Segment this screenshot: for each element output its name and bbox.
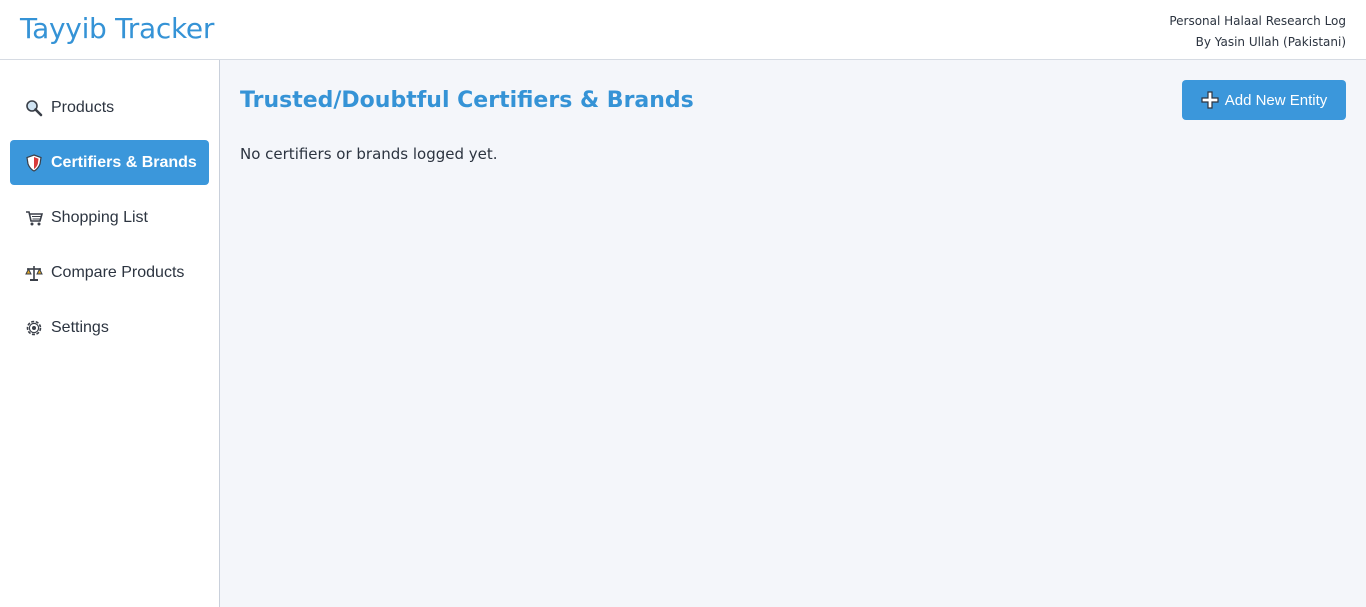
header-subtitle: Personal Halaal Research Log xyxy=(1169,14,1346,28)
sidebar-item-compare-products[interactable]: Compare Products xyxy=(10,250,209,295)
sidebar-item-label: Shopping List xyxy=(51,208,148,226)
main-content: Trusted/Doubtful Certifiers & Brands Add… xyxy=(220,60,1366,607)
add-button-label: Add New Entity xyxy=(1224,91,1328,109)
gear-icon xyxy=(25,319,43,337)
sidebar-item-label: Settings xyxy=(51,318,109,336)
sidebar-item-label: Certifiers & Brands xyxy=(51,153,197,171)
sidebar-item-label: Compare Products xyxy=(51,263,185,281)
app-header: Tayyib Tracker Personal Halaal Research … xyxy=(0,0,1366,60)
sidebar-item-shopping-list[interactable]: Shopping List xyxy=(10,195,209,240)
sidebar-item-certifiers-brands[interactable]: Certifiers & Brands xyxy=(10,140,209,185)
page-title: Trusted/Doubtful Certifiers & Brands xyxy=(240,88,694,113)
sidebar-item-products[interactable]: Products xyxy=(10,85,209,130)
sidebar: Products Certifiers & Brands Shopping Li… xyxy=(0,60,220,607)
magnifier-icon xyxy=(25,99,43,117)
plus-icon xyxy=(1201,91,1219,109)
header-author: By Yasin Ullah (Pakistani) xyxy=(1195,35,1346,49)
app-title: Tayyib Tracker xyxy=(20,12,215,45)
header-meta: Personal Halaal Research Log By Yasin Ul… xyxy=(1169,11,1346,53)
empty-state-message: No certifiers or brands logged yet. xyxy=(240,145,498,163)
sidebar-item-settings[interactable]: Settings xyxy=(10,305,209,350)
shield-icon xyxy=(25,153,43,172)
sidebar-item-label: Products xyxy=(51,98,115,116)
cart-icon xyxy=(25,209,43,227)
scales-icon xyxy=(25,264,43,282)
add-new-entity-button[interactable]: Add New Entity xyxy=(1182,80,1346,120)
